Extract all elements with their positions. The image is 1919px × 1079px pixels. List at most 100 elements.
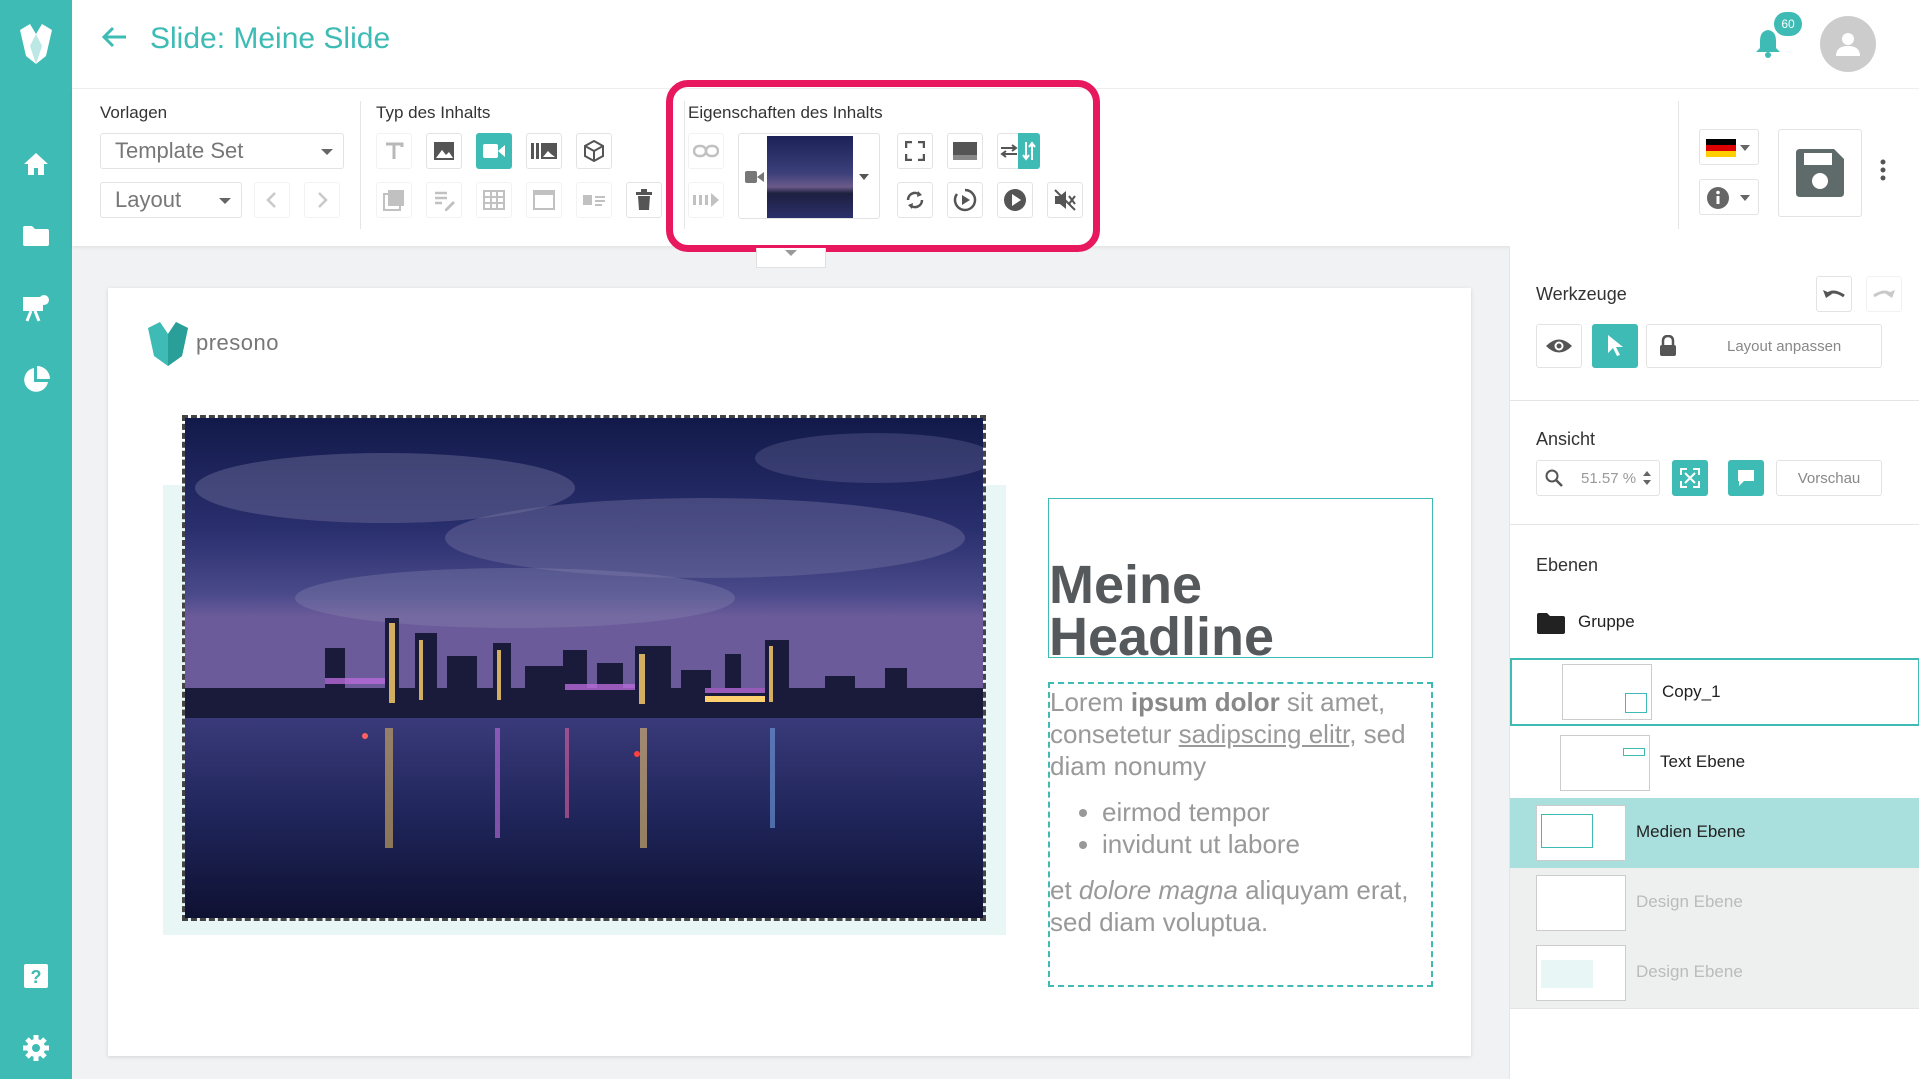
headline-text-box[interactable]: Meine Headline [1048,498,1433,664]
layer-name: Design Ebene [1636,892,1743,911]
trash-icon [636,189,652,210]
prev-layout-button[interactable] [254,182,290,218]
slide-canvas[interactable]: presono Meine Headline Lorem ipsum dolor… [108,288,1471,1056]
select-tool-button[interactable] [1592,324,1638,368]
info-icon [1707,187,1729,209]
ebenen-title: Ebenen [1536,555,1599,575]
redo-button[interactable] [1866,276,1902,312]
card-icon [583,195,605,206]
save-button[interactable] [1778,129,1862,217]
fit-to-screen-button[interactable] [1672,460,1708,496]
body-paragraph-2: et dolore magna aliquyam erat, sed diam … [1050,875,1409,937]
page-title: Slide: Meine Slide [150,22,391,55]
folder-icon[interactable] [18,218,54,254]
layer-thumbnail [1536,805,1626,861]
image-icon [434,142,454,160]
layer-thumbnail [1536,875,1626,931]
chevron-down-icon [785,250,797,256]
layer-thumbnail [1560,735,1650,791]
template-set-select[interactable]: Template Set [100,133,344,169]
text-type-button[interactable] [376,133,412,169]
text-icon [386,142,404,159]
headline-line-2: Headline [1049,607,1275,667]
card-type-button[interactable] [576,182,612,218]
eye-icon [1546,339,1572,353]
video-type-button[interactable] [476,133,512,169]
layout-anpassen-button[interactable]: Layout anpassen [1646,324,1882,368]
layer-item-text[interactable]: Text Ebene [1510,728,1919,798]
fit-screen-icon [1680,468,1700,488]
city-night-photo [185,418,983,918]
layout-select[interactable]: Layout [100,182,242,218]
delete-button[interactable] [626,182,662,218]
chevron-left-icon [266,192,276,208]
save-floppy-icon [1796,149,1844,197]
gallery-type-button[interactable] [526,133,562,169]
bullet-item: eirmod tempor [1102,796,1431,828]
bullet-item: invidunt ut labore [1102,828,1431,860]
layout-value: Layout [115,187,182,212]
layer-item-design-1[interactable]: Design Ebene [1510,868,1919,938]
help-icon[interactable]: ? [18,958,54,994]
layer-name: Gruppe [1578,612,1635,631]
layer-item-group[interactable]: Gruppe [1510,588,1919,658]
slide-headline: Meine Headline [1049,555,1275,667]
layer-name: Copy_1 [1662,682,1721,701]
table-icon [483,190,505,210]
zoom-value: 51.57 % [1581,469,1637,487]
cursor-pointer-icon [1608,335,1623,356]
analytics-pie-icon[interactable] [18,362,54,398]
content-properties-highlight [666,80,1100,252]
next-layout-button[interactable] [304,182,340,218]
typ-label: Typ des Inhalts [376,103,491,122]
german-flag-icon [1706,139,1736,157]
body-paragraph-1: Lorem ipsum dolor sit amet, consetetur s… [1050,687,1406,781]
layer-item-design-2[interactable]: Design Ebene [1510,938,1919,1008]
pdf-icon [383,190,404,211]
app-logo-icon[interactable] [0,0,72,88]
chevron-right-icon [318,192,328,208]
body-text-box[interactable]: Lorem ipsum dolor sit amet, consetetur s… [1048,682,1433,987]
user-avatar[interactable] [1820,16,1876,72]
layer-item-media[interactable]: Medien Ebene [1510,798,1919,868]
headline-line-1: Meine [1049,555,1203,615]
frame-type-button[interactable] [526,182,562,218]
visibility-button[interactable] [1536,324,1582,368]
form-type-button[interactable] [426,182,462,218]
presono-logo-text: presono [196,330,280,355]
info-select[interactable] [1699,179,1759,215]
layer-name: Medien Ebene [1636,822,1746,841]
presono-logo-icon [148,322,188,366]
layer-name: Design Ebene [1636,962,1743,981]
image-type-button[interactable] [426,133,462,169]
main-sidebar: ? [0,0,72,1079]
home-icon[interactable] [18,146,54,182]
form-edit-icon [435,191,455,211]
media-video-element[interactable] [182,415,986,921]
ansicht-title: Ansicht [1536,429,1596,449]
chevron-down-icon [219,198,231,204]
gallery-icon [531,143,557,159]
settings-gear-icon[interactable] [18,1030,54,1066]
video-camera-icon [483,144,505,158]
chevron-down-icon [1740,195,1750,201]
back-arrow-icon[interactable] [100,25,128,54]
language-select[interactable] [1699,129,1759,165]
table-type-button[interactable] [476,182,512,218]
3d-object-type-button[interactable] [576,133,612,169]
vorschau-button[interactable]: Vorschau [1776,460,1882,496]
template-set-value: Template Set [115,138,244,163]
more-options-icon[interactable] [1880,159,1890,185]
collapse-toolbar-tab[interactable] [756,248,826,268]
redo-icon [1873,290,1895,298]
zoom-stepper[interactable]: 51.57 % [1536,460,1660,496]
undo-button[interactable] [1816,276,1852,312]
pdf-type-button[interactable] [376,182,412,218]
folder-icon [1537,613,1565,634]
comment-view-button[interactable] [1728,460,1764,496]
notification-bell-icon[interactable] [1755,28,1781,63]
presentation-icon[interactable] [18,290,54,326]
body-bullet-list: eirmod tempor invidunt ut labore [1102,796,1431,860]
layer-item-copy1[interactable]: Copy_1 [1510,658,1919,726]
layer-thumbnail [1536,945,1626,1001]
